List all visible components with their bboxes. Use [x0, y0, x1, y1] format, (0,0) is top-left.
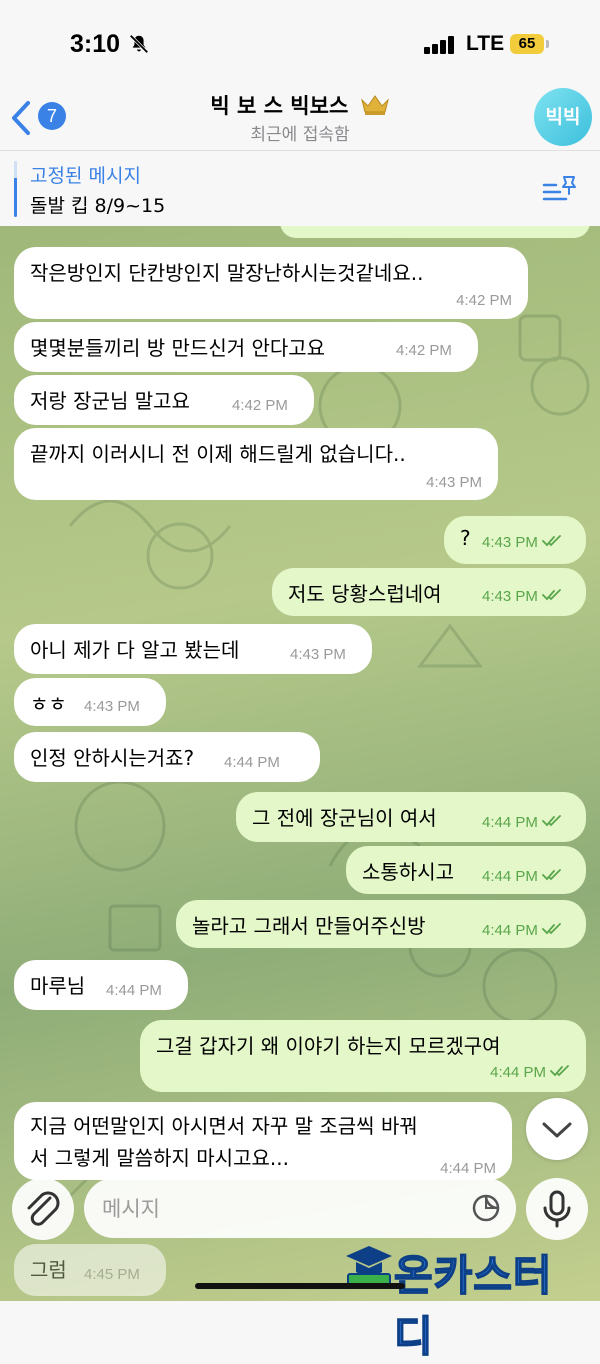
message-outgoing[interactable]: 저도 당황스럽네여 4:43 PM: [272, 568, 586, 616]
message-outgoing[interactable]: 소통하시고 4:44 PM: [346, 846, 586, 894]
sticker-icon[interactable]: [470, 1192, 502, 1224]
message-incoming[interactable]: 마루님 4:44 PM: [14, 960, 188, 1010]
message-incoming[interactable]: 몇몇분들끼리 방 만드신거 안다고요 4:42 PM: [14, 322, 478, 372]
home-indicator[interactable]: [195, 1283, 405, 1289]
message-incoming[interactable]: 작은방인지 단칸방인지 말장난하시는것같네요.. 4:42 PM: [14, 247, 528, 319]
message-outgoing[interactable]: 그 전에 장군님이 여서 4:44 PM: [236, 792, 586, 842]
double-check-icon: [550, 1065, 569, 1077]
attach-button[interactable]: [12, 1178, 74, 1240]
crown-icon: [360, 95, 389, 115]
status-bar: 3:10 LTE 65: [0, 0, 600, 90]
message-outgoing[interactable]: 놀라고 그래서 만들어주신방 4:44 PM: [176, 900, 586, 948]
double-check-icon: [541, 535, 561, 547]
pin-list-icon[interactable]: [542, 175, 578, 203]
pinned-title: 고정된 메시지: [30, 165, 141, 187]
pinned-indicator: [14, 161, 17, 217]
message-input-placeholder: 메시지: [102, 1197, 160, 1221]
last-seen-status: 최근에 접속함: [250, 125, 350, 145]
paperclip-icon: [27, 1191, 60, 1226]
battery-level: 65: [510, 34, 544, 54]
double-check-icon: [541, 589, 561, 601]
message-outgoing[interactable]: 그걸 갑자기 왜 이야기 하는지 모르겠구여 4:44 PM: [140, 1020, 586, 1092]
message-incoming[interactable]: 끝까지 이러시니 전 이제 해드릴게 없습니다.. 4:43 PM: [14, 428, 498, 500]
message-incoming[interactable]: 그럼 4:45 PM: [14, 1244, 166, 1296]
microphone-icon: [543, 1190, 571, 1228]
battery-icon: 65: [510, 34, 550, 56]
chat-title-text: 빅 보 스 빅보스: [210, 94, 349, 118]
signal-icon: [424, 36, 458, 54]
double-check-icon: [541, 923, 561, 935]
network-type: LTE: [466, 32, 505, 55]
message-incoming[interactable]: ㅎㅎ 4:43 PM: [14, 678, 166, 726]
avatar[interactable]: 빅빅: [534, 88, 592, 146]
pinned-message-bar[interactable]: 고정된 메시지 돌발 킵 8/9~15: [0, 150, 600, 228]
scroll-down-button[interactable]: [526, 1098, 588, 1160]
message-outgoing[interactable]: ? 4:43 PM: [444, 516, 586, 564]
microphone-button[interactable]: [526, 1178, 588, 1240]
chat-area[interactable]: 작은방인지 단칸방인지 말장난하시는것같네요.. 4:42 PM 몇몇분들끼리 …: [0, 226, 600, 1301]
message-incoming[interactable]: 인정 안하시는거죠? 4:44 PM: [14, 732, 320, 782]
message-incoming[interactable]: 저랑 장군님 말고요 4:42 PM: [14, 375, 314, 425]
double-check-icon: [541, 815, 561, 827]
chevron-down-icon: [542, 1122, 572, 1138]
chat-title[interactable]: 빅 보 스 빅보스: [0, 90, 600, 120]
message-incoming[interactable]: 아니 제가 다 알고 봤는데 4:43 PM: [14, 624, 372, 674]
chat-header: 7 빅 보 스 빅보스 최근에 접속함 빅빅: [0, 80, 600, 150]
message-incoming[interactable]: 지금 어떤말인지 아시면서 자꾸 말 조금씩 바꿔 서 그렇게 말씀하지 마시고…: [14, 1102, 512, 1180]
clock: 3:10: [70, 30, 121, 58]
double-check-icon: [541, 869, 561, 881]
message-input[interactable]: 메시지: [84, 1178, 516, 1238]
partial-message: [280, 226, 590, 238]
watermark-text: 온카스터디: [393, 1250, 553, 1362]
pinned-text: 돌발 킵 8/9~15: [30, 195, 166, 217]
silent-bell-icon: [129, 34, 149, 54]
